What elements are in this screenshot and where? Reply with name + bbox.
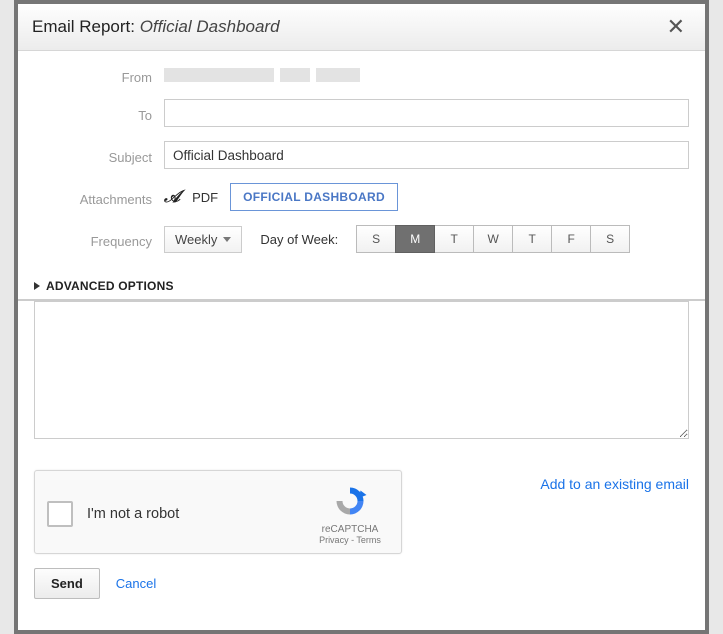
attachment-format: PDF bbox=[192, 190, 218, 205]
day-button-1[interactable]: M bbox=[395, 225, 435, 253]
dialog-footer: I'm not a robot reCAPTCHA Privacy - Term… bbox=[18, 460, 705, 615]
day-button-0[interactable]: S bbox=[356, 225, 396, 253]
day-button-4[interactable]: T bbox=[512, 225, 552, 253]
dialog-titlebar: Email Report: Official Dashboard ✕ bbox=[18, 4, 705, 51]
to-input[interactable] bbox=[164, 99, 689, 127]
day-button-5[interactable]: F bbox=[551, 225, 591, 253]
row-from: From bbox=[34, 65, 689, 85]
dialog-title-prefix: Email Report: bbox=[32, 17, 140, 36]
advanced-options-toggle[interactable]: ADVANCED OPTIONS bbox=[18, 273, 705, 301]
advanced-options-label: ADVANCED OPTIONS bbox=[46, 279, 174, 293]
row-frequency: Frequency Weekly Day of Week: SMTWTFS bbox=[34, 225, 689, 253]
dialog-body: From To Subject Attachments 𝒜 PDF bbox=[18, 51, 705, 273]
day-button-2[interactable]: T bbox=[434, 225, 474, 253]
chevron-down-icon bbox=[223, 237, 231, 242]
row-attachments: Attachments 𝒜 PDF OFFICIAL DASHBOARD bbox=[34, 183, 689, 211]
recaptcha-brand: reCAPTCHA bbox=[311, 524, 389, 535]
add-to-existing-email-link[interactable]: Add to an existing email bbox=[540, 470, 689, 492]
recaptcha-label: I'm not a robot bbox=[87, 506, 297, 522]
recaptcha-branding: reCAPTCHA Privacy - Terms bbox=[311, 483, 389, 545]
message-area bbox=[18, 301, 705, 442]
dialog-title: Email Report: Official Dashboard bbox=[32, 17, 280, 37]
frequency-value: Weekly bbox=[175, 232, 217, 247]
disclosure-triangle-icon bbox=[34, 282, 40, 290]
cancel-link[interactable]: Cancel bbox=[116, 576, 156, 591]
day-button-3[interactable]: W bbox=[473, 225, 513, 253]
attachments-label: Attachments bbox=[34, 188, 164, 207]
day-button-6[interactable]: S bbox=[590, 225, 630, 253]
attachment-chip-button[interactable]: OFFICIAL DASHBOARD bbox=[230, 183, 398, 211]
close-icon[interactable]: ✕ bbox=[661, 14, 691, 40]
subject-input[interactable] bbox=[164, 141, 689, 169]
row-subject: Subject bbox=[34, 141, 689, 169]
from-value-redacted bbox=[164, 65, 689, 85]
row-to: To bbox=[34, 99, 689, 127]
pdf-icon: 𝒜 bbox=[164, 187, 180, 207]
frequency-label: Frequency bbox=[34, 230, 164, 249]
to-label: To bbox=[34, 104, 164, 123]
from-label: From bbox=[34, 66, 164, 85]
recaptcha-privacy-link[interactable]: Privacy bbox=[319, 535, 349, 545]
email-report-dialog: Email Report: Official Dashboard ✕ From … bbox=[14, 0, 709, 634]
day-of-week-label: Day of Week: bbox=[260, 232, 338, 247]
day-of-week-segmented: SMTWTFS bbox=[356, 225, 630, 253]
dialog-title-name: Official Dashboard bbox=[140, 17, 280, 36]
frequency-dropdown[interactable]: Weekly bbox=[164, 226, 242, 253]
recaptcha-widget: I'm not a robot reCAPTCHA Privacy - Term… bbox=[34, 470, 402, 554]
recaptcha-links: Privacy - Terms bbox=[311, 535, 389, 545]
message-textarea[interactable] bbox=[34, 301, 689, 439]
subject-label: Subject bbox=[34, 146, 164, 165]
recaptcha-checkbox[interactable] bbox=[47, 501, 73, 527]
send-button[interactable]: Send bbox=[34, 568, 100, 599]
recaptcha-terms-link[interactable]: Terms bbox=[356, 535, 381, 545]
recaptcha-icon bbox=[332, 483, 368, 519]
